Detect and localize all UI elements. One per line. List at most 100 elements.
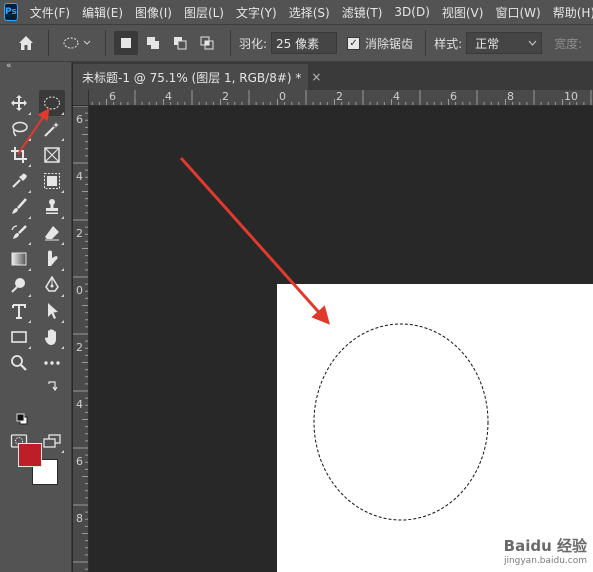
menu-type[interactable]: 文字(Y): [236, 4, 277, 21]
dodge-tool[interactable]: [6, 272, 32, 298]
antialias-checkbox[interactable]: ✓: [347, 36, 361, 50]
intersect-selection-button[interactable]: [195, 31, 219, 55]
width-label: 宽度:: [554, 36, 583, 51]
tool-group-indicator: [61, 242, 64, 245]
tool-group-indicator: [28, 346, 31, 349]
menu-3d[interactable]: 3D(D): [394, 5, 429, 19]
lasso-icon: [12, 121, 28, 137]
canvas-viewport[interactable]: [90, 107, 593, 572]
tool-group-indicator: [28, 294, 31, 297]
new-selection-button[interactable]: [114, 31, 138, 55]
frame-tool[interactable]: [39, 142, 65, 168]
menu-select[interactable]: 选择(S): [289, 4, 330, 21]
menu-bar: Ps 文件(F) 编辑(E) 图像(I) 图层(L) 文字(Y) 选择(S) 滤…: [0, 0, 593, 24]
eyedropper-tool[interactable]: [6, 168, 32, 194]
brush-icon: [12, 198, 27, 214]
rectangle-tool[interactable]: [6, 324, 32, 350]
screen-mode-icon: [43, 434, 61, 448]
object-selection-tool[interactable]: [39, 168, 65, 194]
document-canvas[interactable]: [277, 284, 593, 572]
crop-tool[interactable]: [6, 142, 32, 168]
style-select[interactable]: 正常: [466, 32, 543, 54]
ruler-label: 6: [76, 113, 83, 126]
swap-colors-icon[interactable]: [47, 380, 59, 395]
horizontal-ruler[interactable]: 6 4 2 0 2 4 6 8 10: [73, 90, 593, 106]
watermark-brand: Baidu 经验: [503, 537, 587, 555]
ruler-label: 4: [165, 90, 172, 103]
add-to-selection-button[interactable]: [141, 31, 165, 55]
tool-group-indicator: [28, 216, 31, 219]
hand-tool[interactable]: [39, 324, 65, 350]
hand-icon: [44, 329, 56, 345]
document-tab-bar: 未标题-1 @ 75.1% (图层 1, RGB/8#) * ×: [73, 62, 593, 90]
history-brush-icon: [11, 225, 27, 239]
move-icon: [11, 95, 27, 111]
ellipse-marquee-icon: [63, 37, 91, 49]
lasso-tool[interactable]: [6, 116, 32, 142]
ruler-label: 2: [76, 341, 83, 354]
ruler-label: 6: [76, 455, 83, 468]
move-tool[interactable]: [6, 90, 32, 116]
ruler-label: 6: [450, 90, 457, 103]
elliptical-marquee-tool[interactable]: [39, 90, 65, 116]
tool-group-indicator: [61, 138, 64, 141]
style-label: 样式:: [434, 36, 463, 51]
divider: [105, 30, 106, 56]
photoshop-logo: Ps: [4, 3, 18, 21]
document-tab[interactable]: 未标题-1 @ 75.1% (图层 1, RGB/8#) * ×: [73, 64, 321, 90]
ruler-label: 2: [336, 90, 343, 103]
ruler-origin[interactable]: [73, 90, 89, 106]
menu-layer[interactable]: 图层(L): [184, 4, 224, 21]
ruler-label: 0: [279, 90, 286, 103]
history-brush-tool[interactable]: [6, 220, 32, 246]
menu-edit[interactable]: 编辑(E): [82, 4, 123, 21]
feather-input[interactable]: 25 像素: [271, 32, 338, 54]
tool-group-indicator: [28, 242, 31, 245]
rectangle-icon: [11, 331, 27, 343]
close-tab-icon[interactable]: ×: [311, 70, 321, 84]
clone-stamp-tool[interactable]: [39, 194, 65, 220]
tool-group-indicator: [61, 320, 64, 323]
ruler-label: 4: [76, 170, 83, 183]
divider: [230, 30, 231, 56]
magic-wand-tool[interactable]: [39, 116, 65, 142]
ruler-label: 8: [507, 90, 514, 103]
menu-image[interactable]: 图像(I): [135, 4, 172, 21]
document-tab-title: 未标题-1 @ 75.1% (图层 1, RGB/8#) *: [82, 70, 302, 85]
ruler-label: 0: [76, 284, 83, 297]
subtract-from-selection-button[interactable]: [168, 31, 192, 55]
tool-group-indicator: [28, 138, 31, 141]
menu-help[interactable]: 帮助(H): [553, 4, 593, 21]
tool-preset-picker[interactable]: [57, 29, 97, 57]
zoom-icon: [11, 355, 27, 371]
path-selection-tool[interactable]: [39, 298, 65, 324]
brush-tool[interactable]: [6, 194, 32, 220]
smudge-tool[interactable]: [39, 246, 65, 272]
gradient-tool[interactable]: [6, 246, 32, 272]
ruler-label: 2: [76, 227, 83, 240]
watermark-url: jingyan.baidu.com: [503, 556, 587, 566]
screen-mode-button[interactable]: [39, 428, 65, 454]
home-button[interactable]: [12, 29, 40, 57]
zoom-tool[interactable]: [6, 350, 32, 376]
vertical-ruler[interactable]: 6 4 2 0 2 4 6 8: [73, 106, 89, 572]
tool-group-indicator: [28, 268, 31, 271]
edit-toolbar-button[interactable]: [39, 350, 65, 376]
more-icon: [44, 361, 60, 365]
menu-view[interactable]: 视图(V): [442, 4, 484, 21]
default-colors-icon[interactable]: [16, 413, 28, 428]
ruler-label: 2: [222, 90, 229, 103]
menu-window[interactable]: 窗口(W): [495, 4, 540, 21]
elliptical-marquee-icon: [44, 96, 60, 110]
pen-tool[interactable]: [39, 272, 65, 298]
type-tool[interactable]: [6, 298, 32, 324]
path-selection-icon: [48, 303, 58, 319]
tool-group-indicator: [28, 164, 31, 167]
eraser-tool[interactable]: [39, 220, 65, 246]
menu-filter[interactable]: 滤镜(T): [342, 4, 383, 21]
menu-file[interactable]: 文件(F): [30, 4, 70, 21]
foreground-color-swatch[interactable]: [18, 443, 42, 467]
collapse-toolbar-button[interactable]: «: [0, 62, 71, 72]
add-selection-icon: [147, 37, 159, 49]
type-icon: [12, 304, 26, 319]
